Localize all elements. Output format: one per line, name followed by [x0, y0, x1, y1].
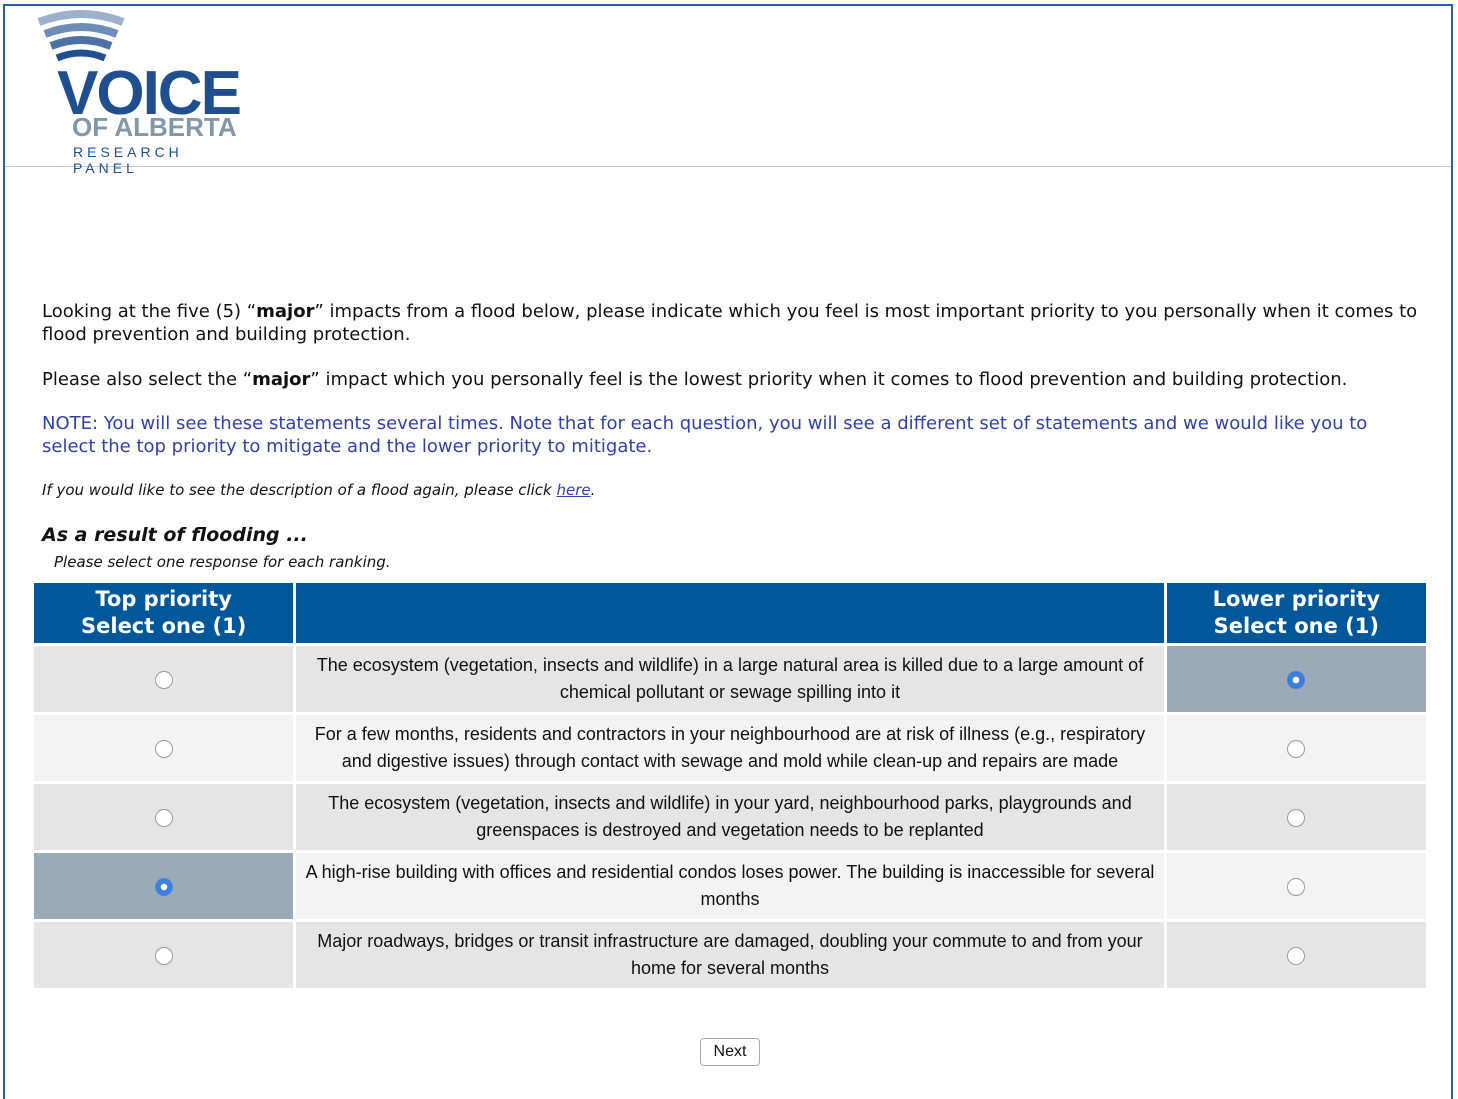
table-row: For a few months, residents and contract… [34, 715, 1426, 781]
logo-research-panel: RESEARCH PANEL [73, 144, 183, 176]
header-top-priority: Top priority Select one (1) [34, 583, 294, 643]
header-top-priority-line1: Top priority [95, 587, 232, 611]
lower-priority-radio[interactable] [1287, 946, 1306, 965]
intro-p2-text: Please also select the “ [42, 369, 253, 390]
header-statement [296, 583, 1164, 643]
intro-paragraph-2: Please also select the “major” impact wh… [42, 368, 1437, 391]
table-row: The ecosystem (vegetation, insects and w… [34, 646, 1426, 712]
lower-priority-radio[interactable] [1287, 739, 1306, 758]
top-priority-radio[interactable] [154, 808, 173, 827]
top-priority-cell[interactable] [34, 784, 294, 850]
top-priority-radio[interactable] [154, 877, 173, 896]
logo-of-alberta: OF ALBERTA [72, 112, 237, 142]
statement-text: A high-rise building with offices and re… [296, 853, 1164, 919]
intro-p2-text-end: ” impact which you personally feel is th… [310, 369, 1348, 390]
lower-priority-cell[interactable] [1166, 853, 1426, 919]
top-priority-radio[interactable] [154, 670, 173, 689]
header: VOICE OF ALBERTA RESEARCH PANEL [5, 6, 1451, 176]
voice-of-alberta-logo: VOICE OF ALBERTA RESEARCH PANEL [35, 6, 245, 176]
desc-end: . [590, 481, 596, 499]
ranking-rows: The ecosystem (vegetation, insects and w… [34, 646, 1426, 988]
top-priority-cell[interactable] [34, 922, 294, 988]
lower-priority-cell[interactable] [1166, 715, 1426, 781]
statement-text: For a few months, residents and contract… [296, 715, 1164, 781]
table-row: The ecosystem (vegetation, insects and w… [34, 784, 1426, 850]
here-link[interactable]: here [557, 481, 591, 499]
table-row: A high-rise building with offices and re… [34, 853, 1426, 919]
statement-text: The ecosystem (vegetation, insects and w… [296, 646, 1164, 712]
intro-p1-bold: major [256, 301, 315, 322]
lower-priority-radio[interactable] [1287, 808, 1306, 827]
header-lower-priority: Lower priority Select one (1) [1166, 583, 1426, 643]
lower-priority-radio[interactable] [1287, 670, 1306, 689]
header-lower-priority-line1: Lower priority [1212, 587, 1381, 611]
lower-priority-cell[interactable] [1166, 646, 1426, 712]
top-priority-radio[interactable] [154, 946, 173, 965]
table-row: Major roadways, bridges or transit infra… [34, 922, 1426, 988]
question-heading: As a result of flooding ... [42, 524, 308, 546]
intro-p2-bold: major [252, 369, 311, 390]
flood-description-prompt: If you would like to see the description… [42, 481, 595, 499]
header-lower-priority-line2: Select one (1) [1213, 614, 1379, 638]
intro-p1-text: Looking at the five (5) “ [42, 301, 257, 322]
statement-text: The ecosystem (vegetation, insects and w… [296, 784, 1164, 850]
question-instruction: Please select one response for each rank… [54, 553, 391, 571]
statement-text: Major roadways, bridges or transit infra… [296, 922, 1164, 988]
desc-text: If you would like to see the description… [42, 481, 557, 499]
lower-priority-radio[interactable] [1287, 877, 1306, 896]
header-top-priority-line2: Select one (1) [81, 614, 247, 638]
lower-priority-cell[interactable] [1166, 784, 1426, 850]
top-priority-cell[interactable] [34, 646, 294, 712]
note-text: NOTE: You will see these statements seve… [42, 413, 1368, 457]
top-priority-cell[interactable] [34, 715, 294, 781]
lower-priority-cell[interactable] [1166, 922, 1426, 988]
ranking-table: Top priority Select one (1) Lower priorit… [31, 580, 1429, 991]
next-button[interactable]: Next [700, 1038, 760, 1066]
intro-paragraph-1: Looking at the five (5) “major” impacts … [42, 300, 1437, 346]
top-priority-cell[interactable] [34, 853, 294, 919]
top-priority-radio[interactable] [154, 739, 173, 758]
